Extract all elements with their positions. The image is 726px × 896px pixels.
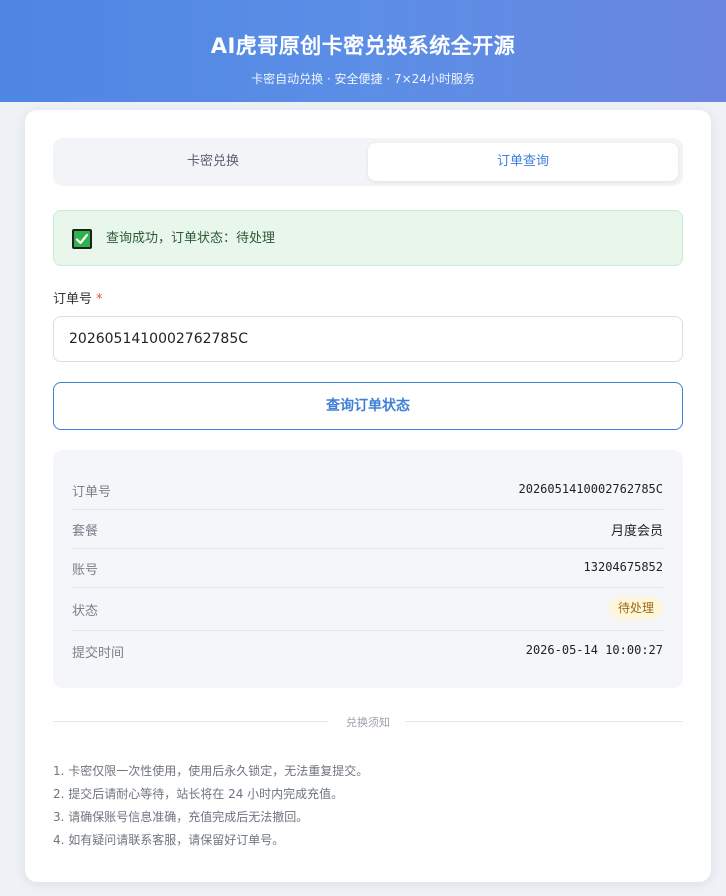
result-key: 套餐 <box>72 524 99 539</box>
result-value: 2026-05-14 10:00:27 <box>525 643 663 657</box>
result-key: 状态 <box>72 604 99 619</box>
result-row: 订单号 2026051410002762785C <box>72 470 663 510</box>
status-badge: 待处理 <box>608 596 663 620</box>
result-key: 订单号 <box>72 485 112 500</box>
result-value: 2026051410002762785C <box>518 482 664 496</box>
required-mark: * <box>96 292 103 307</box>
notes-item: 3. 请确保账号信息准确，充值完成后无法撤回。 <box>53 810 309 824</box>
tab-order-query[interactable]: 订单查询 <box>368 143 678 181</box>
tab-card-redeem[interactable]: 卡密兑换 <box>58 143 368 181</box>
page-header: AI虎哥原创卡密兑换系统全开源 卡密自动兑换 · 安全便捷 · 7×24小时服务 <box>0 0 726 102</box>
notes-divider: 兑换须知 <box>53 716 683 729</box>
tab-bar: 卡密兑换 订单查询 <box>53 138 683 186</box>
page-subtitle: 卡密自动兑换 · 安全便捷 · 7×24小时服务 <box>251 72 475 86</box>
result-row: 状态 待处理 <box>72 588 663 631</box>
notes-list: 1. 卡密仅限一次性使用，使用后永久锁定，无法重复提交。 2. 提交后请耐心等待… <box>53 760 683 852</box>
divider-line-right <box>405 721 683 722</box>
result-row: 提交时间 2026-05-14 10:00:27 <box>72 631 663 671</box>
result-key: 提交时间 <box>72 646 125 661</box>
alert-message: 查询成功，订单状态：待处理 <box>106 231 276 246</box>
main-card: 卡密兑换 订单查询 查询成功，订单状态：待处理 订单号* 查询订单状态 订单号 … <box>25 110 711 882</box>
result-key: 账号 <box>72 563 99 578</box>
order-result-panel: 订单号 2026051410002762785C 套餐 月度会员 账号 1320… <box>53 450 683 688</box>
order-number-input[interactable] <box>53 316 683 362</box>
success-alert: 查询成功，订单状态：待处理 <box>53 210 683 266</box>
notes-item: 2. 提交后请耐心等待，站长将在 24 小时内完成充值。 <box>53 787 344 801</box>
result-row: 套餐 月度会员 <box>72 510 663 549</box>
notes-item: 1. 卡密仅限一次性使用，使用后永久锁定，无法重复提交。 <box>53 764 369 778</box>
result-value: 13204675852 <box>583 560 663 574</box>
query-order-button[interactable]: 查询订单状态 <box>53 382 683 430</box>
notes-title: 兑换须知 <box>346 716 390 729</box>
page-title: AI虎哥原创卡密兑换系统全开源 <box>210 34 516 58</box>
result-row: 账号 13204675852 <box>72 549 663 588</box>
notes-item: 4. 如有疑问请联系客服，请保留好订单号。 <box>53 833 285 847</box>
order-number-label: 订单号 * <box>53 288 103 307</box>
result-value: 月度会员 <box>610 524 663 539</box>
check-icon <box>72 229 92 249</box>
order-number-label-text: 订单号 <box>53 292 93 307</box>
